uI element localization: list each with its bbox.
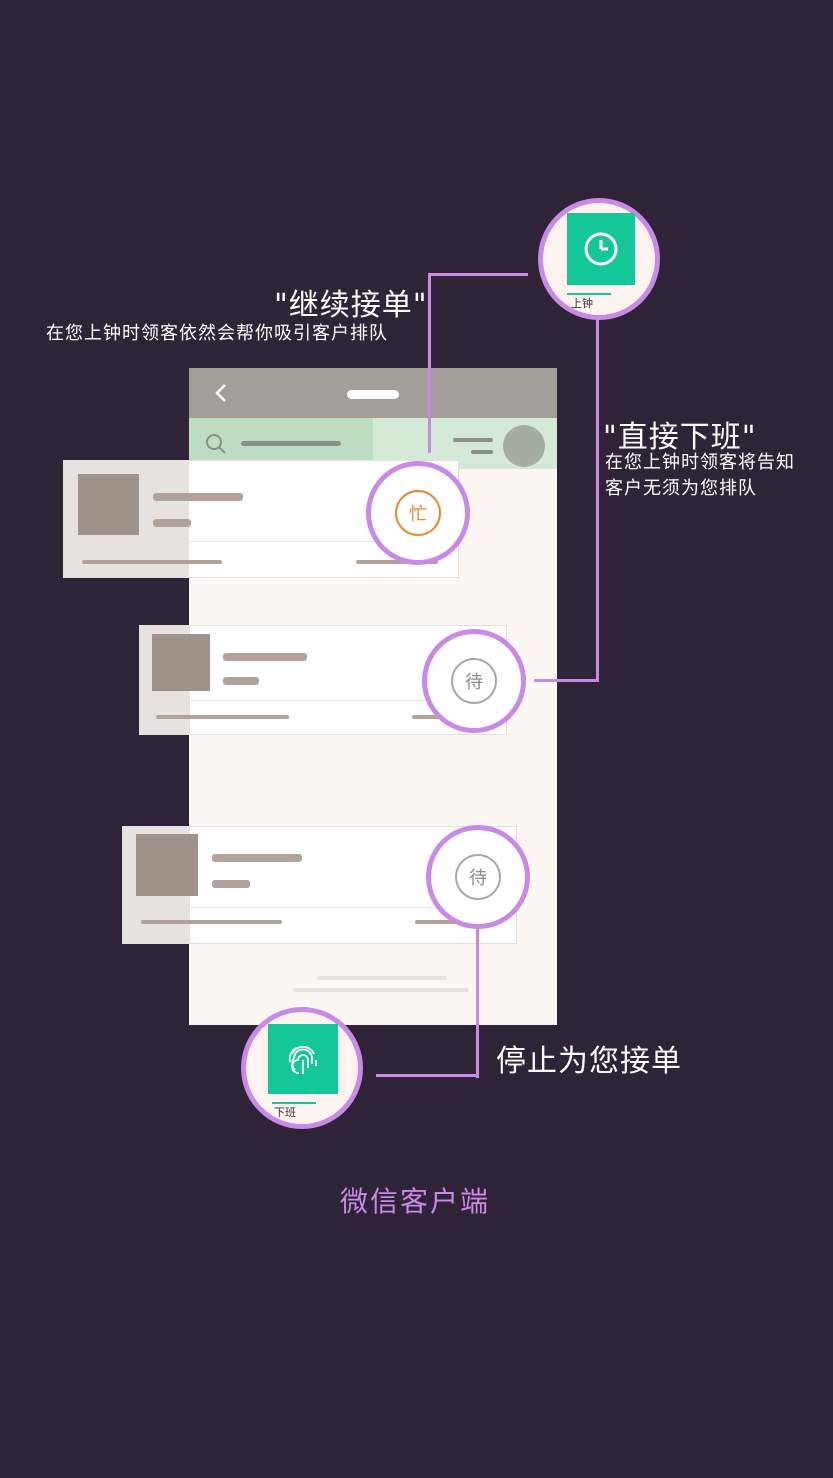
status-wait-badge: 待: [455, 854, 501, 900]
off-duty-subtitle-1: 在您上钟时领客将告知: [605, 452, 795, 473]
menu-line: [453, 438, 493, 442]
connector-line: [534, 679, 599, 682]
status-busy-ring[interactable]: 忙: [366, 461, 470, 565]
on-duty-tile: [567, 213, 635, 285]
continue-title: "继续接单": [274, 288, 428, 323]
item-meta-line: [82, 560, 222, 564]
page-title-placeholder: [347, 390, 399, 399]
menu-line: [471, 450, 493, 454]
phone-title-bar: [189, 368, 557, 418]
stop-title: 停止为您接单: [496, 1044, 682, 1079]
status-wait-ring[interactable]: 待: [422, 629, 526, 733]
continue-subtitle: 在您上钟时领客依然会帮你吸引客户排队: [46, 323, 388, 344]
item-thumbnail: [136, 834, 198, 896]
off-duty-title: "直接下班": [603, 420, 757, 455]
item-title-line: [223, 653, 307, 661]
footer-line: [317, 976, 447, 980]
item-thumbnail: [78, 474, 139, 535]
status-wait-badge: 待: [451, 658, 497, 704]
connector-line: [428, 273, 431, 453]
off-duty-tile: [268, 1024, 338, 1094]
off-duty-app-ring[interactable]: 下班: [241, 1007, 363, 1129]
search-icon: [205, 433, 227, 455]
item-subtitle-line: [212, 880, 250, 888]
footer-line: [293, 988, 469, 992]
clock-icon: [583, 231, 619, 271]
item-thumbnail: [152, 634, 210, 691]
back-arrow-icon[interactable]: [211, 382, 233, 404]
off-duty-subtitle-2: 客户无须为您排队: [605, 478, 757, 499]
connector-line: [376, 1074, 479, 1077]
connector-line: [428, 273, 528, 276]
status-busy-badge: 忙: [395, 490, 441, 536]
search-placeholder-line: [241, 441, 341, 446]
on-duty-app-ring[interactable]: 上钟: [538, 198, 660, 320]
avatar[interactable]: [503, 425, 545, 467]
off-duty-label: 下班: [274, 1106, 296, 1119]
item-subtitle-line: [223, 677, 259, 685]
item-meta-line: [141, 920, 282, 924]
connector-line: [476, 926, 479, 1078]
connector-line: [596, 318, 599, 682]
item-meta-line: [156, 715, 289, 719]
status-wait-ring[interactable]: 待: [426, 825, 530, 929]
item-subtitle-line: [153, 519, 191, 527]
fingerprint-icon: [284, 1040, 322, 1082]
footer-caption: 微信客户端: [340, 1185, 491, 1218]
item-title-line: [212, 854, 302, 862]
on-duty-label: 上钟: [571, 297, 593, 310]
item-title-line: [153, 493, 243, 501]
